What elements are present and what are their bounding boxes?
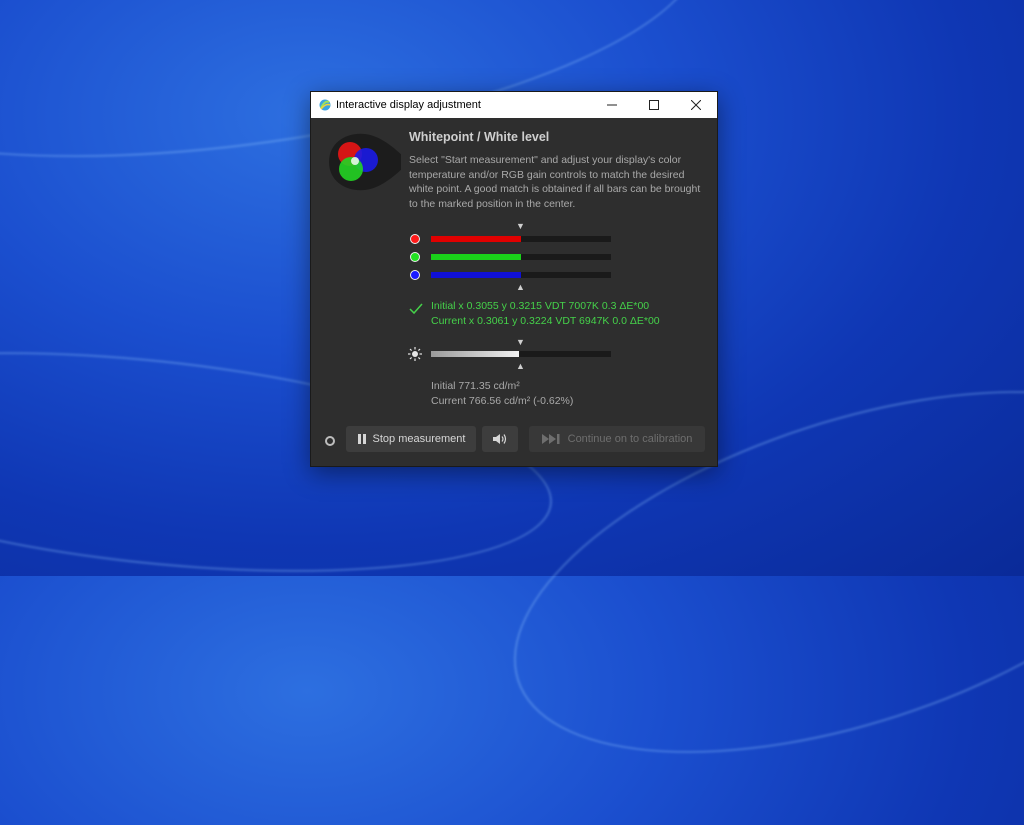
luminance-target-marker-top: ▼ (516, 337, 525, 347)
title-bar[interactable]: Interactive display adjustment (311, 92, 717, 118)
stop-measurement-button[interactable]: Stop measurement (346, 426, 476, 452)
window-content: Whitepoint / White level Select "Start m… (311, 118, 717, 466)
close-button[interactable] (675, 92, 717, 118)
maximize-button[interactable] (633, 92, 675, 118)
whitepoint-current-readout: Current x 0.3061 y 0.3224 VDT 6947K 0.0 … (431, 315, 660, 327)
continue-calibration-button[interactable]: Continue on to calibration (529, 426, 705, 452)
blue-gain-bar (431, 272, 611, 278)
luminance-bar-fill (431, 351, 520, 357)
green-gain-bar-fill (431, 254, 521, 260)
minimize-icon (607, 104, 617, 106)
blue-channel-indicator (410, 270, 420, 280)
speaker-icon (493, 434, 507, 444)
brightness-icon (408, 347, 422, 361)
rgb-target-marker-top: ▼ (516, 221, 525, 231)
blue-gain-bar-fill (431, 272, 521, 278)
whitepoint-initial-readout: Initial x 0.3055 y 0.3215 VDT 7007K 0.3 … (431, 300, 650, 312)
rgb-bubbles-icon (329, 133, 401, 191)
adjustment-window: Interactive display adjustment Whitepoin… (310, 91, 718, 467)
green-gain-bar (431, 254, 611, 260)
red-channel-indicator (410, 234, 420, 244)
measurement-status-indicator (325, 436, 335, 446)
red-gain-bar-fill (431, 236, 521, 242)
green-channel-indicator (410, 252, 420, 262)
maximize-icon (649, 100, 659, 110)
luminance-initial-readout: Initial 771.35 cd/m² (431, 380, 520, 392)
pause-icon (357, 434, 367, 444)
continue-calibration-label: Continue on to calibration (567, 433, 693, 445)
app-logo-icon (319, 99, 331, 111)
checkmark-icon (409, 303, 423, 315)
luminance-current-readout: Current 766.56 cd/m² (-0.62%) (431, 395, 574, 407)
sound-toggle-button[interactable] (482, 426, 518, 452)
luminance-target-marker-bottom: ▲ (516, 361, 525, 371)
section-heading: Whitepoint / White level (409, 130, 550, 144)
rgb-target-marker-bottom: ▲ (516, 282, 525, 292)
stop-measurement-label: Stop measurement (372, 433, 466, 445)
instructions-text: Select "Start measurement" and adjust yo… (409, 154, 701, 210)
luminance-bar (431, 351, 611, 357)
red-gain-bar (431, 236, 611, 242)
skip-forward-icon (541, 434, 562, 444)
minimize-button[interactable] (591, 92, 633, 118)
window-title: Interactive display adjustment (336, 99, 481, 111)
close-icon (691, 100, 701, 110)
